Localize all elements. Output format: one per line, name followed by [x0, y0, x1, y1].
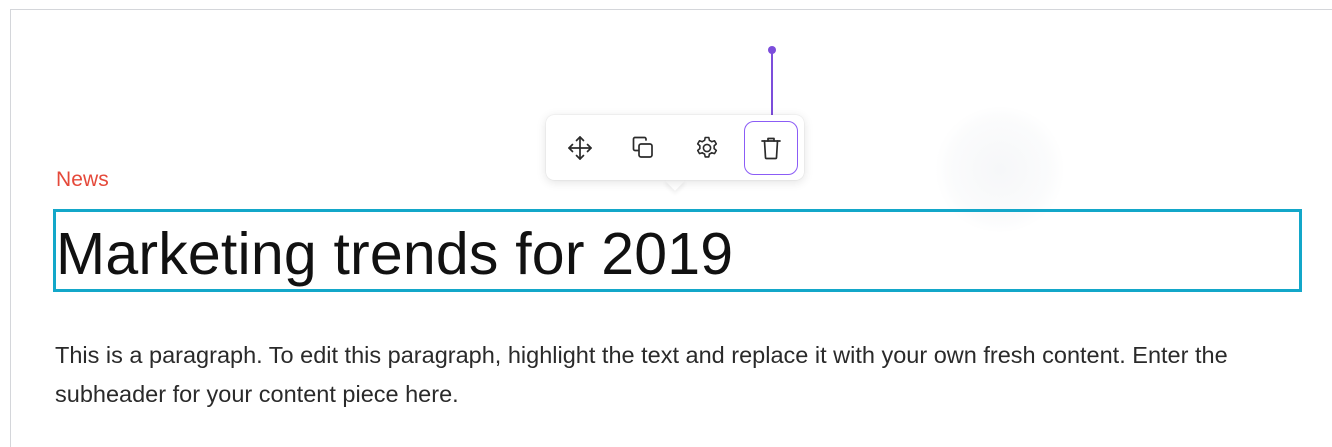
delete-icon — [761, 137, 781, 160]
settings-icon — [696, 136, 718, 158]
move-icon — [568, 136, 592, 160]
move-button[interactable] — [553, 121, 607, 175]
category-tag: News — [56, 168, 109, 191]
module-toolbar — [546, 115, 804, 180]
body-paragraph[interactable]: This is a paragraph. To edit this paragr… — [55, 336, 1305, 414]
delete-button[interactable] — [744, 121, 798, 175]
settings-button[interactable] — [680, 121, 734, 175]
duplicate-button[interactable] — [616, 121, 670, 175]
duplicate-icon — [632, 136, 653, 158]
page-title[interactable]: Marketing trends for 2019 — [56, 218, 733, 290]
connector-line — [771, 51, 773, 122]
